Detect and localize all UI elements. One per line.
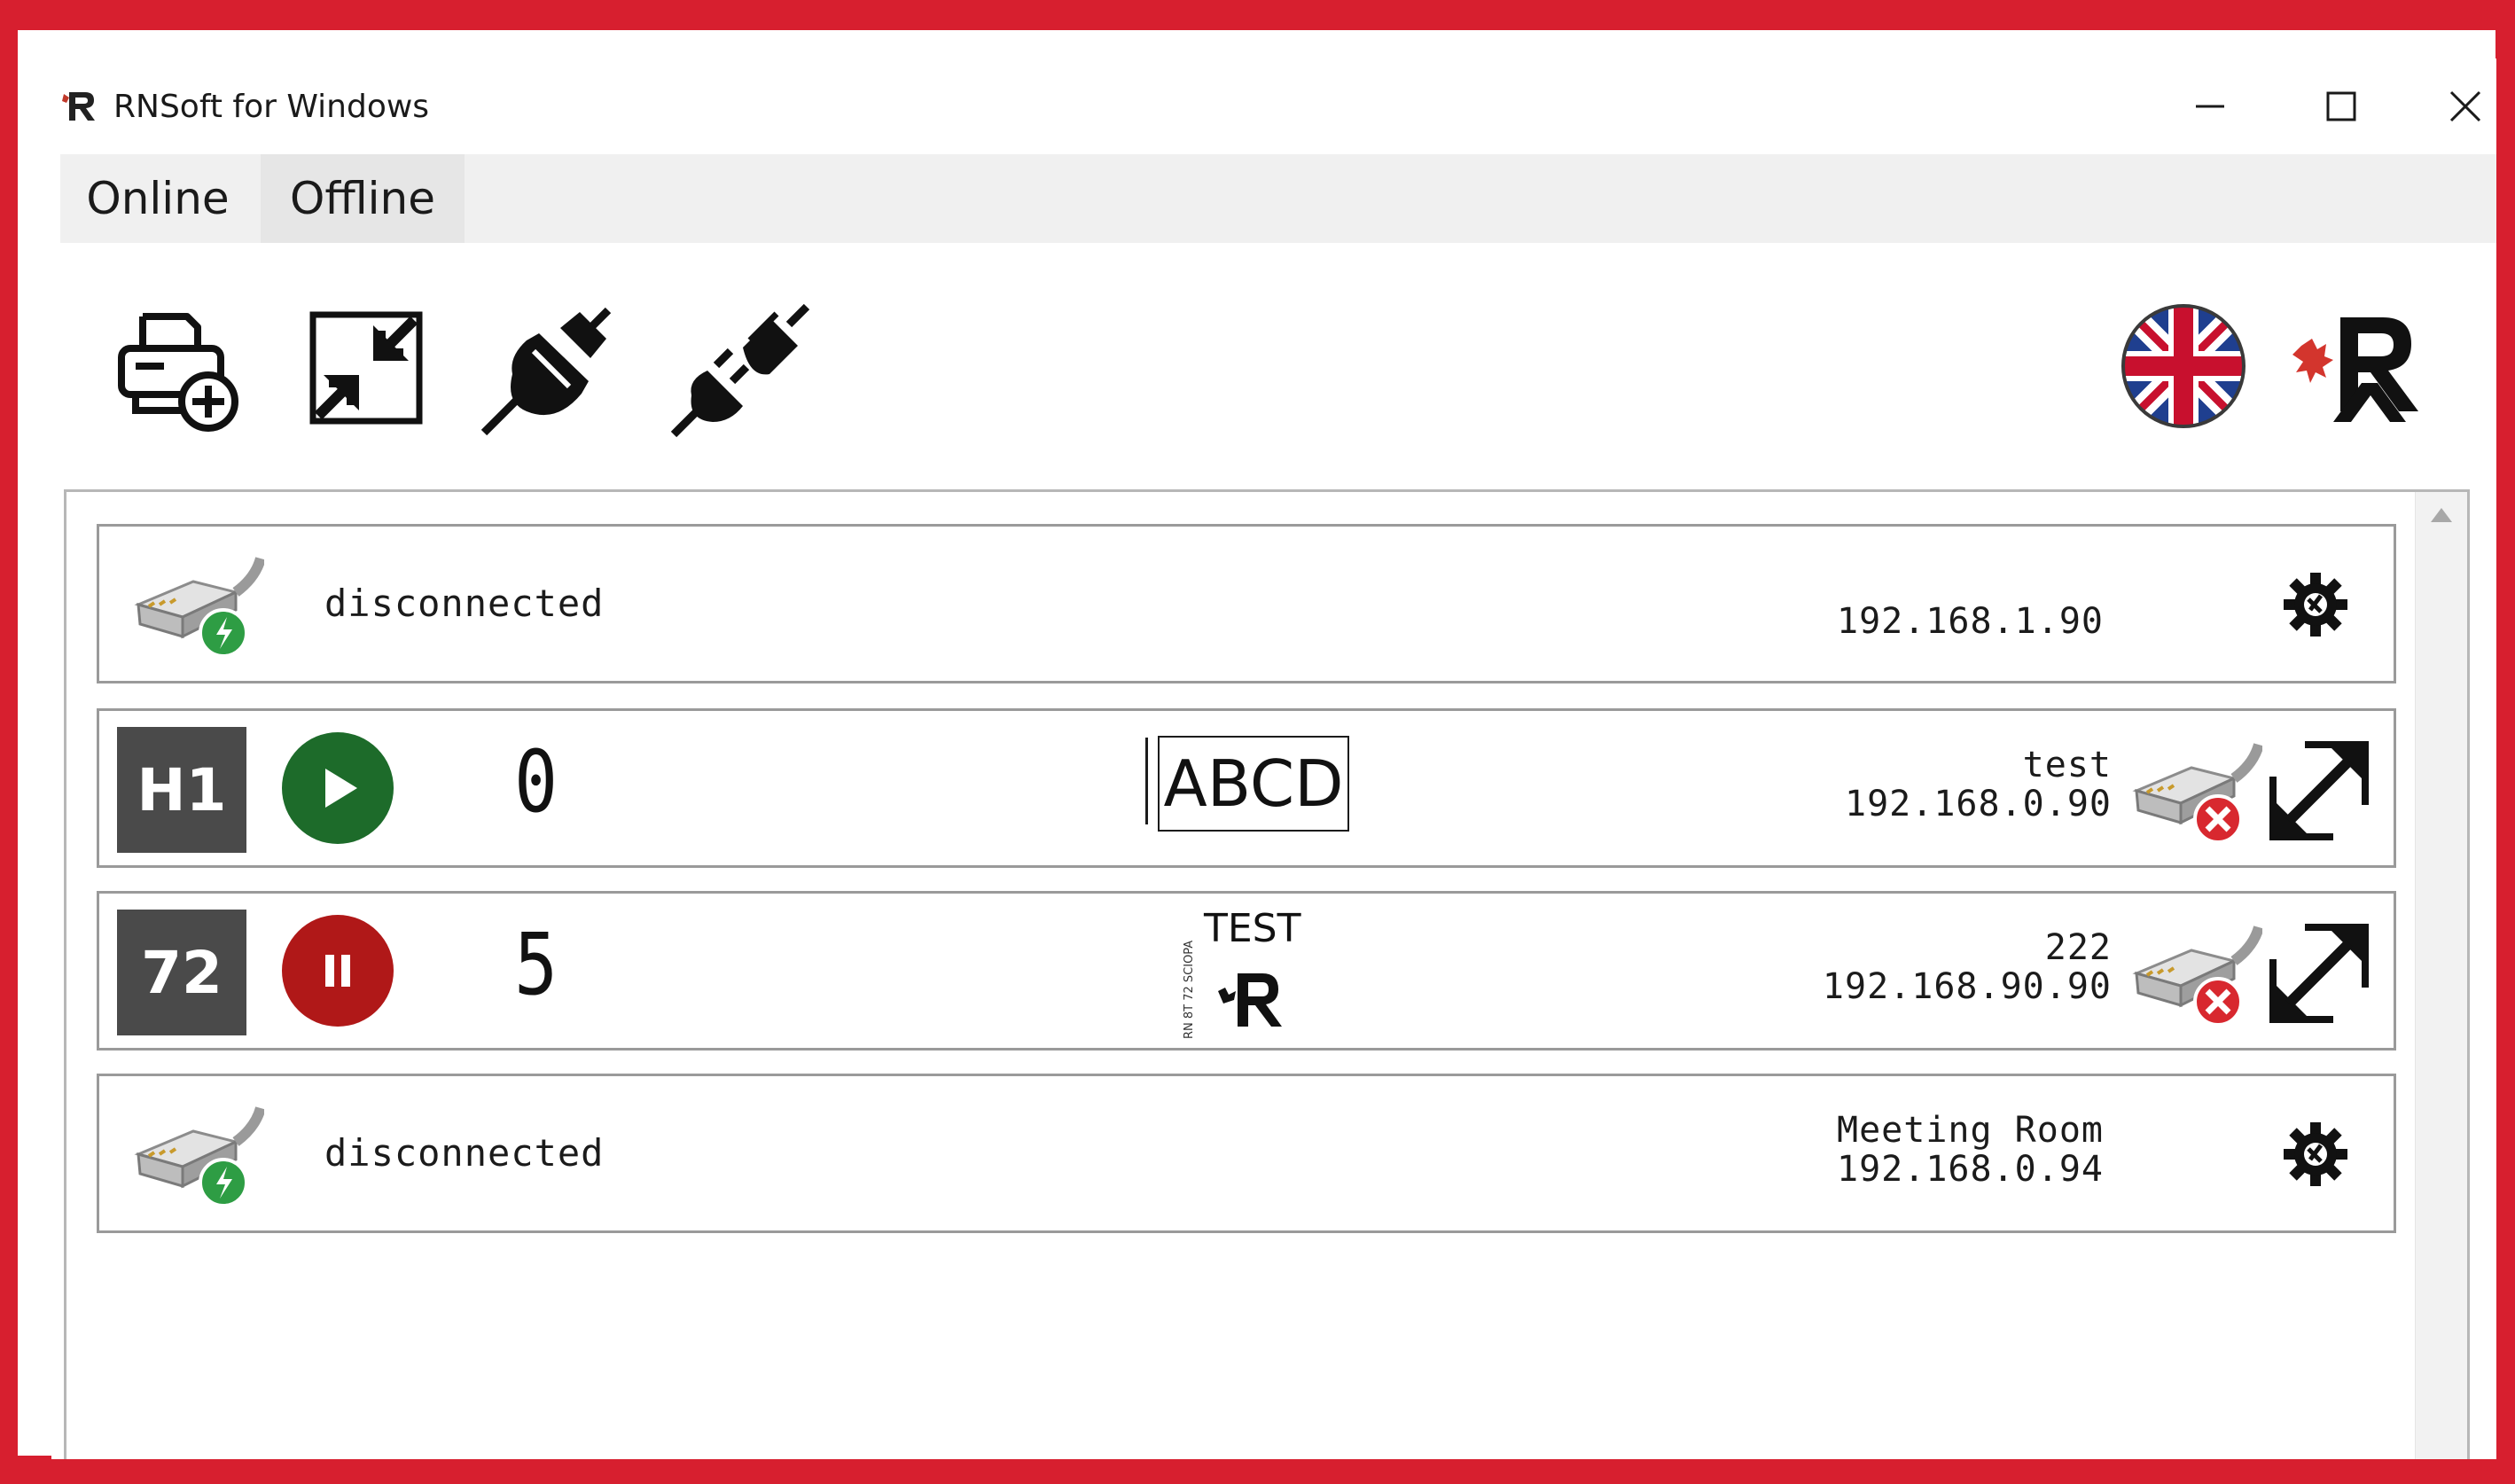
uk-flag-icon[interactable] bbox=[2117, 300, 2250, 433]
rn-brand-logo bbox=[2292, 317, 2418, 422]
printer-add-icon bbox=[118, 313, 238, 432]
device-ip: 192.168.0.94 bbox=[1837, 1149, 2104, 1190]
device-name: Meeting Room bbox=[1837, 1110, 2104, 1151]
maximize-button[interactable] bbox=[2292, 76, 2390, 137]
connect-plug-icon bbox=[480, 307, 612, 436]
device-badge: H1 bbox=[117, 727, 246, 853]
pause-button[interactable] bbox=[282, 915, 394, 1027]
expand-icon[interactable] bbox=[2266, 920, 2372, 1027]
close-icon bbox=[2449, 90, 2481, 122]
close-button[interactable] bbox=[2417, 76, 2496, 137]
play-button[interactable] bbox=[282, 732, 394, 844]
device-name: 222 bbox=[2044, 927, 2112, 968]
network-error-icon bbox=[2132, 926, 2262, 1027]
window-title: RNSoft for Windows bbox=[113, 89, 430, 125]
device-row[interactable]: 72 5 RN 8T 72 SCIOPA TEST 222 192.168.90… bbox=[97, 891, 2396, 1051]
minimize-button[interactable] bbox=[2161, 76, 2259, 137]
connection-status: disconnected bbox=[324, 1131, 605, 1175]
device-ip: 192.168.90.90 bbox=[1822, 966, 2112, 1007]
tab-online[interactable]: Online bbox=[60, 154, 255, 243]
maximize-icon bbox=[2326, 91, 2356, 121]
vertical-scrollbar[interactable] bbox=[2415, 492, 2467, 1459]
network-connect-icon bbox=[134, 557, 264, 658]
collapse-all-button[interactable] bbox=[291, 293, 441, 443]
connection-status: disconnected bbox=[324, 582, 605, 625]
disconnect-plug-icon bbox=[670, 303, 810, 438]
print-counter: 0 bbox=[514, 732, 558, 832]
tab-bar: Online Offline bbox=[60, 154, 2496, 243]
message-preview: TEST bbox=[1204, 906, 1301, 951]
network-error-icon bbox=[2132, 743, 2262, 844]
preview-cursor bbox=[1145, 738, 1148, 824]
print-counter: 5 bbox=[514, 915, 558, 1014]
network-connect-icon bbox=[134, 1106, 264, 1207]
device-ip: 192.168.0.90 bbox=[1845, 784, 2112, 824]
device-name: test bbox=[2022, 745, 2112, 785]
device-row[interactable]: disconnected 192.168.1.90 bbox=[97, 524, 2396, 683]
collapse-icon bbox=[309, 311, 423, 425]
device-row[interactable]: disconnected Meeting Room 192.168.0.94 bbox=[97, 1074, 2396, 1233]
device-row[interactable]: H1 0 ABCD test 192.168.0.90 bbox=[97, 708, 2396, 868]
pause-icon bbox=[325, 955, 350, 987]
disconnect-all-button[interactable] bbox=[665, 293, 816, 443]
add-printer-button[interactable] bbox=[105, 293, 255, 443]
app-window: RNSoft for Windows Online Offline discon… bbox=[51, 59, 2496, 1459]
gear-icon[interactable] bbox=[2280, 569, 2351, 640]
play-icon bbox=[325, 769, 357, 808]
gear-icon[interactable] bbox=[2280, 1119, 2351, 1190]
app-logo-icon bbox=[62, 92, 95, 121]
scroll-up-arrow-icon[interactable] bbox=[2428, 504, 2455, 527]
preview-side-text: RN 8T 72 SCIOPA bbox=[1183, 940, 1196, 1039]
tab-offline[interactable]: Offline bbox=[261, 154, 465, 243]
device-list: disconnected 192.168.1.90 H1 0 ABCD test… bbox=[64, 489, 2470, 1459]
preview-logo-icon bbox=[1218, 973, 1282, 1027]
expand-icon[interactable] bbox=[2266, 738, 2372, 844]
minimize-icon bbox=[2196, 105, 2224, 108]
message-preview: ABCD bbox=[1158, 736, 1349, 832]
connect-all-button[interactable] bbox=[475, 293, 626, 443]
title-bar: RNSoft for Windows bbox=[51, 59, 2496, 154]
device-badge: 72 bbox=[117, 910, 246, 1035]
device-ip: 192.168.1.90 bbox=[1837, 601, 2104, 642]
